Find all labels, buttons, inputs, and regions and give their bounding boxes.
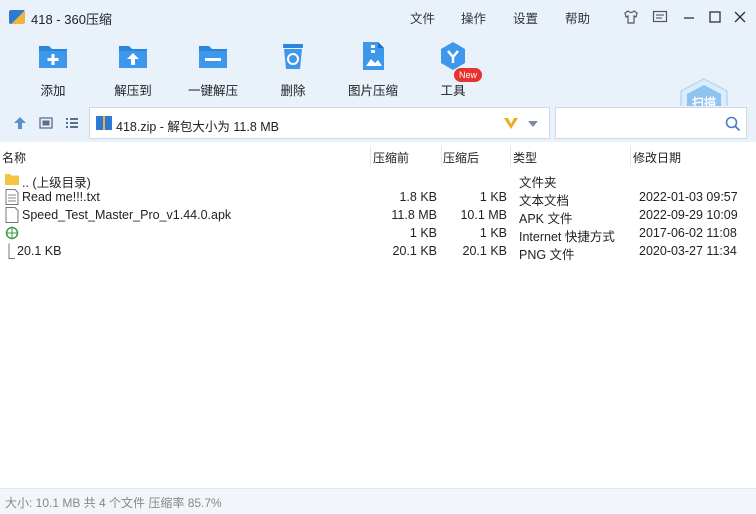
column-name[interactable]: 名称	[2, 149, 26, 166]
one-click-extract-icon	[199, 46, 227, 68]
internet-shortcut-icon	[5, 226, 19, 240]
extract-to-icon	[119, 46, 147, 68]
add-label: 添加	[40, 84, 66, 98]
app-logo-icon	[9, 10, 25, 24]
column-header: 名称 压缩前 压缩后 类型 修改日期	[0, 146, 756, 166]
search-input[interactable]	[555, 107, 747, 139]
menu-help[interactable]: 帮助	[565, 8, 590, 27]
column-type[interactable]: 类型	[513, 149, 537, 166]
file-date: 2020-03-27 11:34	[639, 244, 737, 258]
file-size-after: 10.1 MB	[460, 208, 507, 222]
title-bar: 418 - 360压缩 文件 操作 设置 帮助	[0, 0, 756, 34]
file-name: Speed_Test_Master_Pro_v1.44.0.apk	[22, 208, 232, 222]
file-size-before: 1 KB	[409, 226, 437, 240]
window-title: 418 - 360压缩	[31, 12, 112, 27]
file-date: 2022-09-29 10:09	[639, 208, 738, 222]
file-size-after: 20.1 KB	[462, 244, 507, 258]
menu-file[interactable]: 文件	[410, 8, 435, 27]
list-item[interactable]: .. (上级目录) 文件夹	[0, 170, 756, 190]
column-date[interactable]: 修改日期	[633, 149, 681, 166]
add-icon	[39, 46, 67, 68]
maximize-icon[interactable]	[706, 8, 724, 26]
column-divider[interactable]	[441, 146, 442, 166]
skin-icon[interactable]	[622, 8, 640, 26]
feedback-icon[interactable]	[651, 8, 669, 26]
chevron-down-icon[interactable]	[528, 121, 538, 127]
column-after[interactable]: 压缩后	[443, 149, 479, 166]
path-field[interactable]: 418.zip - 解包大小为 11.8 MB	[89, 107, 550, 139]
extract-to-button[interactable]: 解压到	[93, 40, 173, 102]
image-compress-button[interactable]: 图片压缩	[333, 40, 413, 102]
file-name: 20.1 KB	[17, 244, 62, 258]
file-size-before: 20.1 KB	[392, 244, 437, 258]
file-list: .. (上级目录) 文件夹 Read me!!!.txt 1.8 KB 1 KB…	[0, 168, 756, 488]
delete-button[interactable]: 删除	[253, 40, 333, 102]
column-divider[interactable]	[510, 146, 511, 166]
add-button[interactable]: 添加	[13, 40, 93, 102]
new-badge: New	[454, 68, 482, 82]
column-divider[interactable]	[630, 146, 631, 166]
text-file-icon	[5, 189, 19, 205]
delete-icon	[283, 44, 303, 69]
tools-label: 工具	[440, 84, 466, 98]
column-before[interactable]: 压缩前	[373, 149, 409, 166]
folder-icon	[5, 174, 19, 185]
list-item[interactable]: 20.1 KB 20.1 KB 20.1 KB PNG 文件 2020-03-2…	[0, 242, 756, 262]
view-thumbnail-icon[interactable]	[38, 115, 54, 131]
image-compress-label: 图片压缩	[347, 84, 398, 98]
list-item[interactable]: 1 KB 1 KB Internet 快捷方式 2017-06-02 11:08	[0, 224, 756, 244]
search-icon[interactable]	[724, 115, 742, 133]
menu-action[interactable]: 操作	[461, 8, 486, 27]
file-size-after: 1 KB	[479, 190, 507, 204]
file-size-before: 1.8 KB	[399, 190, 437, 204]
path-text: 418.zip - 解包大小为 11.8 MB	[116, 120, 280, 134]
zip-archive-icon	[96, 116, 112, 130]
menu-settings[interactable]: 设置	[513, 8, 538, 27]
file-size-after: 1 KB	[479, 226, 507, 240]
toolbar: 添加 解压到 一键解压 删除 图片压缩 工具 New 扫描	[0, 34, 756, 126]
list-item[interactable]: Speed_Test_Master_Pro_v1.44.0.apk 11.8 M…	[0, 206, 756, 226]
one-click-extract-button[interactable]: 一键解压	[173, 40, 253, 102]
file-date: 2022-01-03 09:57	[639, 190, 738, 204]
file-name: Read me!!!.txt	[22, 190, 100, 204]
apk-file-icon	[5, 207, 19, 223]
delete-label: 删除	[280, 84, 306, 98]
list-item[interactable]: Read me!!!.txt 1.8 KB 1 KB 文本文档 2022-01-…	[0, 188, 756, 208]
image-compress-icon	[363, 42, 384, 70]
minimize-icon[interactable]	[680, 8, 698, 26]
status-text: 大小: 10.1 MB 共 4 个文件 压缩率 85.7%	[5, 496, 222, 510]
v-logo-icon[interactable]	[502, 114, 520, 132]
file-type: PNG 文件	[519, 248, 575, 262]
status-bar: 大小: 10.1 MB 共 4 个文件 压缩率 85.7%	[0, 488, 756, 514]
up-arrow-icon[interactable]	[12, 115, 28, 131]
file-date: 2017-06-02 11:08	[639, 226, 737, 240]
column-divider[interactable]	[370, 146, 371, 166]
file-size-before: 11.8 MB	[391, 208, 437, 222]
one-click-extract-label: 一键解压	[187, 84, 238, 98]
view-list-icon[interactable]	[64, 115, 80, 131]
extract-to-label: 解压到	[114, 84, 152, 98]
close-icon[interactable]	[731, 8, 749, 26]
address-bar: 418.zip - 解包大小为 11.8 MB	[0, 106, 756, 142]
